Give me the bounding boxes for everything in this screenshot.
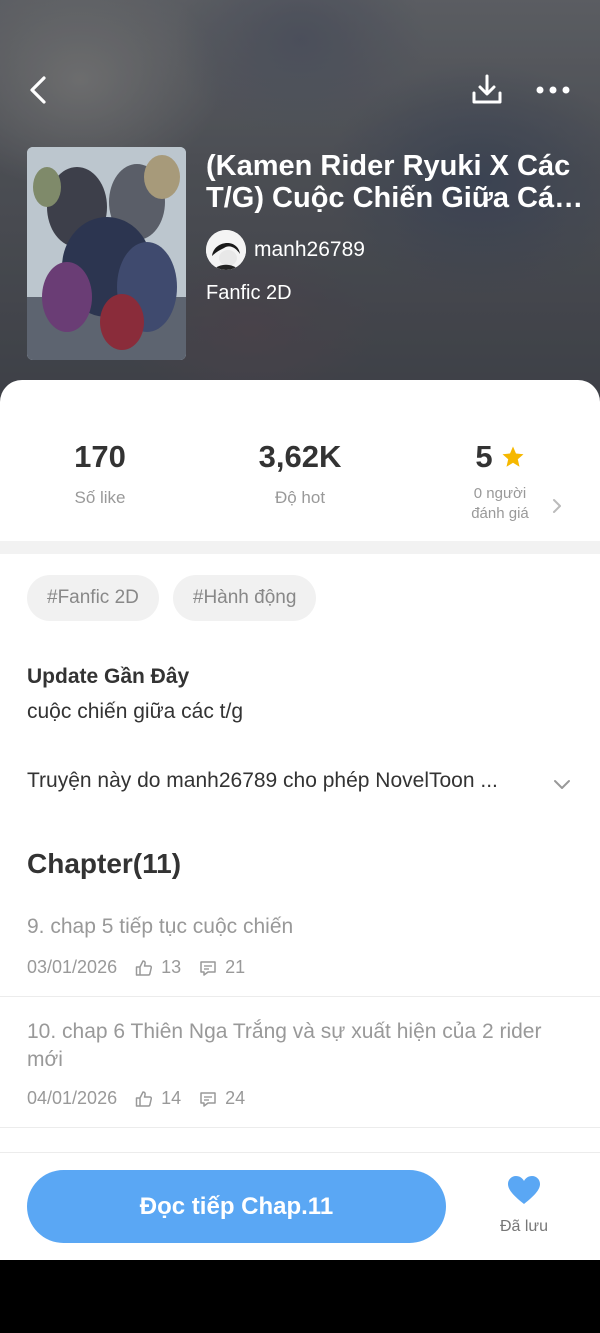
app-screen: (Kamen Rider Ryuki X Các T/G) Cuộc Chiến… [0,0,600,1260]
book-title: (Kamen Rider Ryuki X Các T/G) Cuộc Chiến… [206,150,571,214]
cover-artwork [27,147,186,360]
chapter-title: 9. chap 5 tiếp tục cuộc chiến [27,915,294,938]
bottom-action-bar: Đọc tiếp Chap.11 Đã lưu [0,1152,600,1260]
section-divider [0,541,600,554]
chapter-comments: 24 [199,1088,245,1109]
saved-label: Đã lưu [499,1218,549,1235]
chapter-row[interactable]: 10. chap 6 Thiên Nga Trắng và sự xuất hi… [0,1010,600,1127]
stat-hot: 3,62K Độ hot [200,438,400,508]
genre-label: Fanfic 2D [206,282,292,304]
back-button[interactable] [20,70,56,110]
comment-icon [200,960,216,976]
chapter-comments: 21 [199,957,245,978]
chapter-meta: 04/01/2026 14 24 [27,1088,245,1109]
hot-label: Độ hot [274,488,326,507]
stats-row: 170 Số like 3,62K Độ hot 5 0 người đánh … [0,420,600,530]
chevron-right-icon[interactable] [552,498,562,514]
hot-value: 3,62K [258,439,342,474]
author-avatar[interactable] [206,230,246,270]
download-icon [472,74,502,104]
tag-list: #Fanfic 2D #Hành động [27,575,317,621]
tag-fanfic-2d[interactable]: #Fanfic 2D [27,575,159,621]
author-name[interactable]: manh26789 [254,238,365,262]
detail-card: 170 Số like 3,62K Độ hot 5 0 người đánh … [0,380,600,1260]
chapter-row[interactable]: 9. chap 5 tiếp tục cuộc chiến 03/01/2026… [0,905,600,997]
rating-value: 5 [475,439,493,474]
rating-label-line1: 0 người [473,485,527,502]
stat-rating[interactable]: 5 0 người đánh giá [400,438,600,524]
rating-label-line2: đánh giá [471,505,529,522]
saved-button[interactable]: Đã lưu [490,1175,558,1241]
chapter-divider [0,996,600,997]
continue-reading-button[interactable]: Đọc tiếp Chap.11 [27,1170,446,1243]
permission-text: Truyện này do manh26789 cho phép NovelTo… [27,769,498,792]
likes-value: 170 [74,439,126,474]
thumbs-up-icon [135,1090,153,1107]
chapter-date: 03/01/2026 [27,957,118,977]
chapter-meta: 03/01/2026 13 21 [27,957,245,978]
rating-value-row: 5 [400,438,600,476]
heart-icon [508,1176,540,1204]
stat-likes: 170 Số like [0,438,200,508]
comment-icon [200,1091,216,1107]
rating-count-label: 0 người đánh giá [400,484,600,524]
likes-label: Số like [74,488,126,507]
more-options-button[interactable] [530,68,576,112]
more-dots-icon [536,86,570,94]
thumbs-up-icon [135,959,153,976]
chapter-list-header[interactable]: Chapter(11) [27,848,181,880]
tag-hanh-dong[interactable]: #Hành động [172,575,317,621]
update-section-title: Update Gần Đây [27,665,190,688]
chapter-likes: 13 [135,957,181,978]
star-icon [502,446,524,467]
chevron-left-icon [30,76,46,104]
chapter-title: 10. chap 6 Thiên Nga Trắng và sự xuất hi… [27,1020,542,1071]
expand-description-button[interactable] [548,770,576,798]
book-cover-image[interactable] [27,147,186,360]
update-description: cuộc chiến giữa các t/g [27,700,244,723]
chapter-divider [0,1127,600,1128]
author-row[interactable]: manh26789 [206,230,365,270]
chevron-down-icon [554,780,570,789]
chapter-date: 04/01/2026 [27,1088,118,1108]
download-button[interactable] [466,68,508,112]
top-bar [0,60,600,120]
chapter-likes: 14 [135,1088,181,1109]
